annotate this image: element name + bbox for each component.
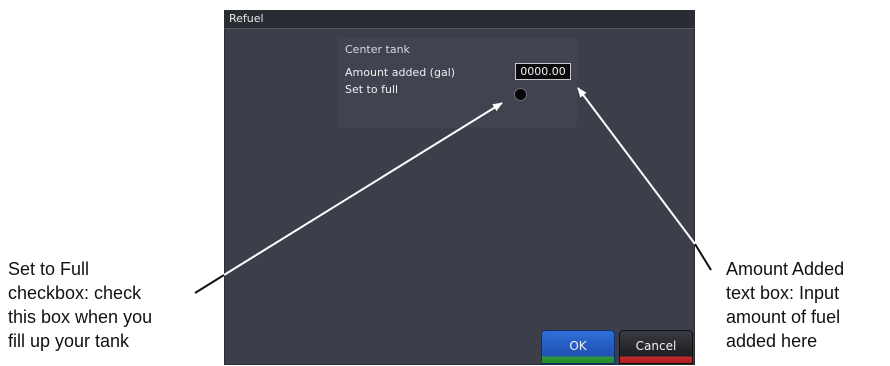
- amount-added-arrow: [577, 87, 696, 245]
- caption-line: added here: [726, 331, 818, 351]
- set-to-full-arrow-outer: [194, 274, 225, 294]
- caption-line: Set to Full: [8, 259, 90, 279]
- caption-line: this box when you: [8, 307, 153, 327]
- caption-line: checkbox: check: [8, 283, 142, 303]
- amount-added-arrow-outer: [694, 243, 712, 271]
- caption-line: Amount Added: [726, 259, 845, 279]
- caption-line: fill up your tank: [8, 331, 130, 351]
- caption-line: text box: Input: [726, 283, 840, 303]
- caption-line: amount of fuel: [726, 307, 841, 327]
- set-to-full-arrow: [223, 102, 503, 276]
- set-to-full-caption: Set to Full checkbox: check this box whe…: [8, 257, 152, 353]
- amount-added-caption: Amount Added text box: Input amount of f…: [726, 257, 844, 353]
